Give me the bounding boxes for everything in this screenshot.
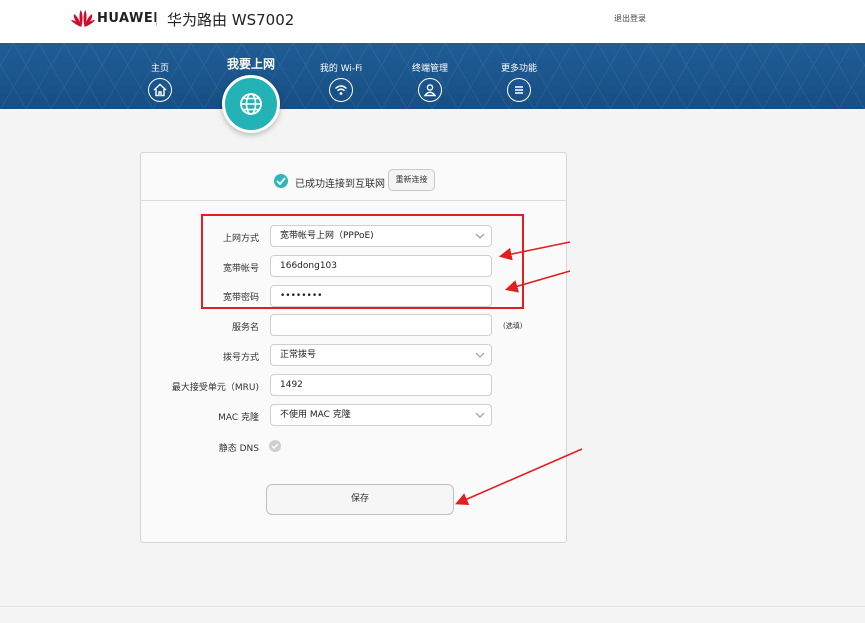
annotation-arrow	[504, 270, 571, 293]
annotation-arrow	[498, 241, 571, 261]
annotation-arrows	[455, 241, 583, 506]
annotation-arrow	[455, 448, 583, 506]
footer-divider	[0, 606, 865, 607]
